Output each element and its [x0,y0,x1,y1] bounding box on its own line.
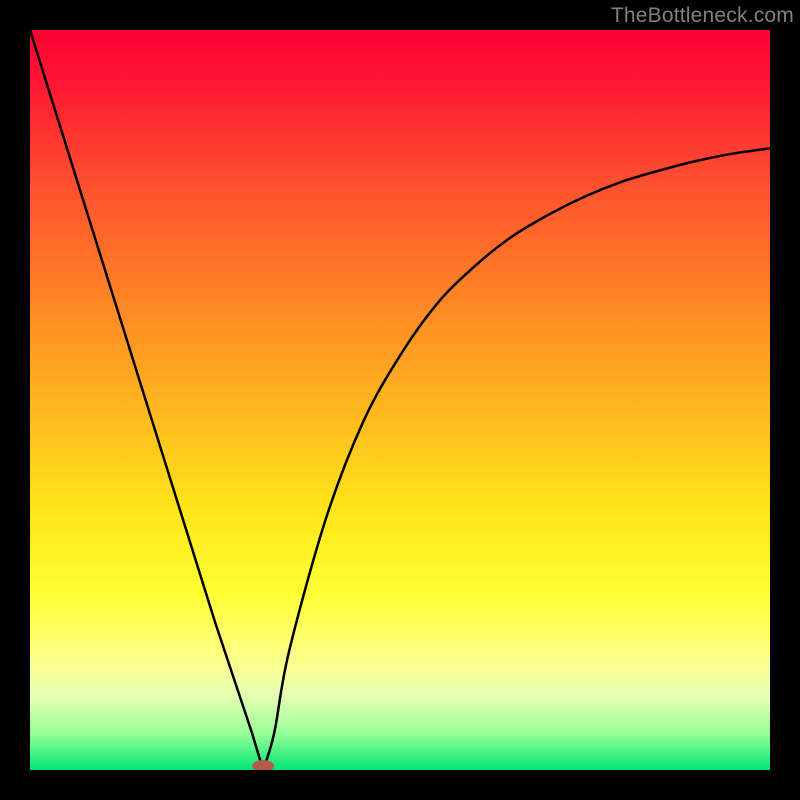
plot-area [30,30,770,770]
optimal-point-marker [252,760,274,770]
bottleneck-curve [30,30,770,770]
watermark-text: TheBottleneck.com [611,4,794,28]
chart-container: TheBottleneck.com [0,0,800,800]
curve-svg [30,30,770,770]
